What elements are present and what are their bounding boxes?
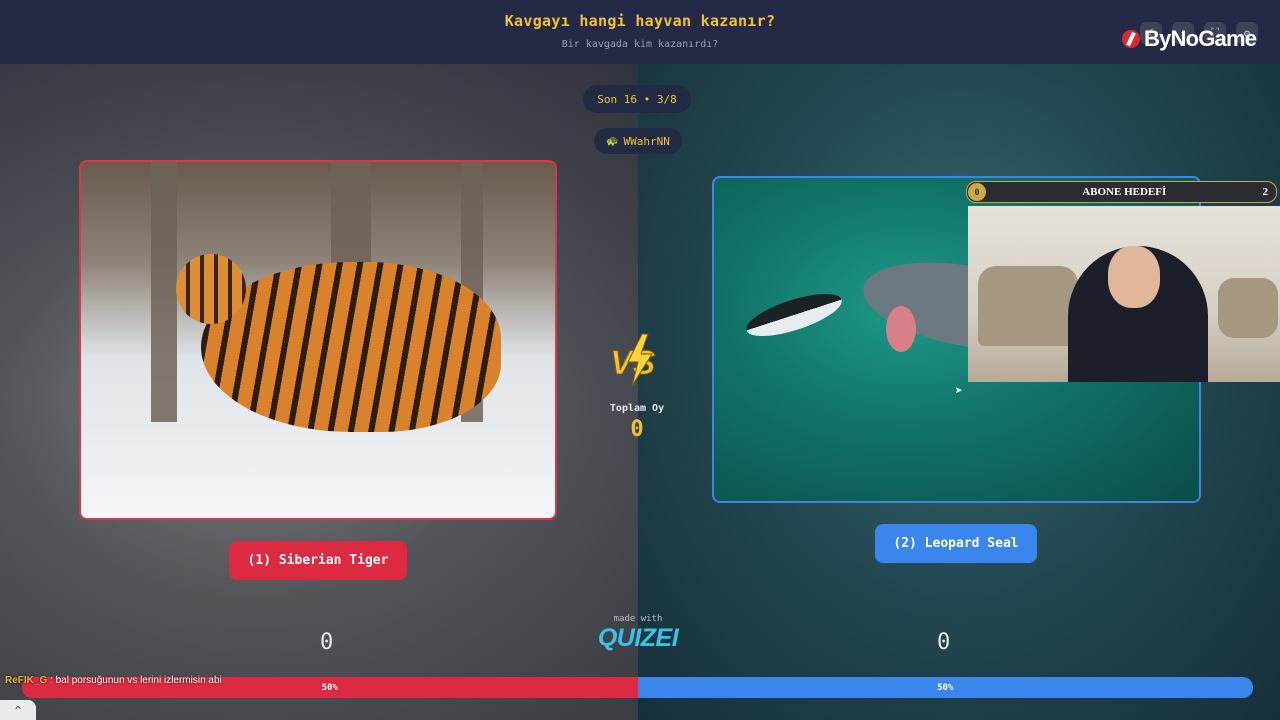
subscriber-goal-bar: 0 ABONE HEDEFİ 2 (966, 181, 1277, 203)
choice-left-label: (1) Siberian Tiger (247, 553, 389, 568)
total-votes-value: 0 (630, 417, 644, 442)
user-badge-icon: 🐢 (606, 135, 619, 147)
left-percent: 50% (321, 682, 338, 693)
total-votes-label: Toplam Oy (609, 403, 665, 414)
made-with-label: made with (613, 614, 663, 624)
vs-icon: VS (610, 333, 656, 387)
chevron-up-icon[interactable]: ^ (0, 700, 36, 720)
goal-target: 2 (1262, 186, 1269, 198)
round-indicator: Son 16 • 3/8 (583, 85, 691, 113)
brand-logo: ByNoGame (1122, 26, 1257, 52)
mouse-cursor-icon: ➤ (955, 384, 963, 399)
page-subtitle: Bir kavgada kim kazanırdı? (561, 39, 719, 50)
page-title: Kavgayı hangi hayvan kazanır? (504, 12, 776, 30)
header-bar: Kavgayı hangi hayvan kazanır? Bir kavgad… (0, 0, 1280, 64)
tiger-image (201, 262, 501, 432)
tiger-head-image (176, 254, 246, 324)
brand-name: ByNoGame (1144, 26, 1257, 51)
quizei-logo[interactable]: QUIZEI (592, 624, 684, 653)
vs-label: VS (610, 344, 656, 382)
seal-mouth-image (886, 306, 916, 352)
chat-text: : bal porsuğunun vs lerini izlermisin ab… (47, 675, 222, 686)
round-label: Son 16 • 3/8 (597, 92, 677, 106)
bynogame-logo-icon (1122, 30, 1140, 48)
right-percent: 50% (937, 682, 954, 693)
sofa-decoration (978, 266, 1078, 346)
chat-message: ReFIK_G : bal porsuğunun vs lerini izler… (5, 675, 222, 686)
choice-right-label: (2) Leopard Seal (893, 536, 1019, 551)
choose-right-button[interactable]: (2) Leopard Seal (875, 524, 1037, 563)
right-vote-bar: 50% (637, 677, 1253, 698)
tree-decoration (151, 162, 177, 422)
left-vote-count: 0 (320, 630, 334, 655)
goal-current: 0 (968, 183, 986, 201)
user-name: WWahrNN (623, 134, 670, 148)
penguin-image (741, 285, 847, 345)
choice-card-left[interactable] (79, 160, 557, 520)
user-badge: 🐢 WWahrNN (594, 128, 682, 154)
goal-label: ABONE HEDEFİ (1082, 186, 1167, 198)
webcam-overlay (968, 206, 1280, 382)
chat-username: ReFIK_G (5, 675, 48, 686)
right-vote-count: 0 (937, 630, 951, 655)
streamer-face (1108, 246, 1160, 308)
sofa-decoration (1218, 278, 1278, 338)
choose-left-button[interactable]: (1) Siberian Tiger (229, 541, 407, 580)
